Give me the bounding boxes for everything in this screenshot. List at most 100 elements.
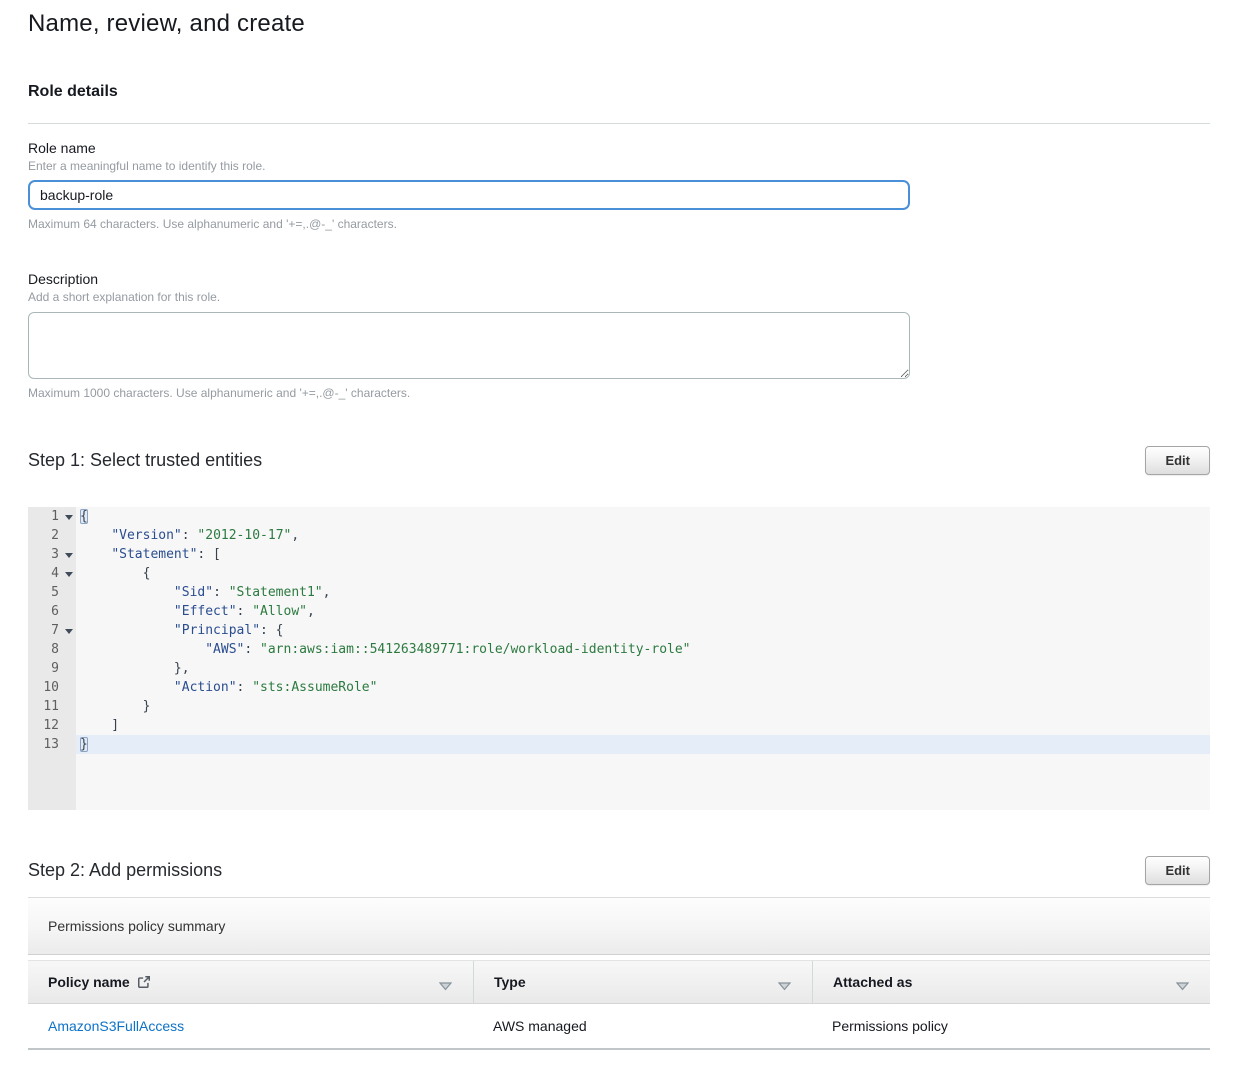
table-header-row: Policy name Type Attached as <box>28 960 1210 1004</box>
json-punctuation: : [ <box>197 547 220 562</box>
role-name-input[interactable] <box>28 180 910 210</box>
fold-arrow-icon[interactable] <box>65 515 73 520</box>
json-punctuation <box>80 604 174 619</box>
json-value: "Statement1" <box>229 585 323 600</box>
json-punctuation: { <box>80 509 88 524</box>
filter-caret-down-icon[interactable] <box>1176 978 1189 994</box>
editor-code-line: { <box>76 507 1210 526</box>
json-punctuation: } <box>80 737 88 752</box>
permissions-panel-title: Permissions policy summary <box>28 897 1210 955</box>
description-help: Add a short explanation for this role. <box>28 290 1210 304</box>
json-punctuation: , <box>291 528 299 543</box>
filter-caret-down-icon[interactable] <box>439 978 452 994</box>
editor-line-number: 8 <box>28 640 76 659</box>
editor-code-line: "Version": "2012-10-17", <box>76 526 1210 545</box>
policy-type-cell: AWS managed <box>473 1004 812 1048</box>
column-header-policy-name: Policy name <box>28 961 473 1003</box>
description-textarea[interactable] <box>28 312 910 379</box>
json-punctuation: : <box>237 680 253 695</box>
json-key: "Version" <box>111 528 181 543</box>
json-punctuation: ] <box>80 718 119 733</box>
json-punctuation <box>80 585 174 600</box>
table-row: AmazonS3FullAccess AWS managedPermissions… <box>28 1004 1210 1048</box>
json-punctuation: : <box>182 528 198 543</box>
editor-line-number: 1 <box>28 507 76 526</box>
editor-line-number: 2 <box>28 526 76 545</box>
policy-name-cell: AmazonS3FullAccess <box>28 1004 473 1048</box>
editor-line-number: 12 <box>28 716 76 735</box>
json-punctuation: }, <box>80 661 190 676</box>
json-value: "arn:aws:iam::541263489771:role/workload… <box>260 642 690 657</box>
json-punctuation: : <box>244 642 260 657</box>
filter-caret-down-icon[interactable] <box>778 978 791 994</box>
json-punctuation: { <box>80 566 150 581</box>
editor-line-number: 9 <box>28 659 76 678</box>
permissions-summary-panel: Permissions policy summary Policy name Ty… <box>28 897 1210 1050</box>
step2-heading: Step 2: Add permissions <box>28 860 222 881</box>
editor-code-line: } <box>76 735 1210 754</box>
json-key: "AWS" <box>205 642 244 657</box>
json-key: "Action" <box>174 680 237 695</box>
editor-gutter: 12345678910111213 <box>28 507 76 810</box>
description-constraint: Maximum 1000 characters. Use alphanumeri… <box>28 386 1210 400</box>
external-link-icon[interactable] <box>137 975 151 989</box>
description-field: Description Add a short explanation for … <box>28 271 1210 400</box>
role-name-constraint: Maximum 64 characters. Use alphanumeric … <box>28 217 1210 231</box>
column-header-label: Type <box>494 974 526 990</box>
step1-heading: Step 1: Select trusted entities <box>28 450 262 471</box>
editor-line-number: 10 <box>28 678 76 697</box>
column-header-attached-as: Attached as <box>812 961 1210 1003</box>
attached-as-cell: Permissions policy <box>812 1004 1210 1048</box>
json-punctuation: : { <box>260 623 283 638</box>
editor-code-line: "Statement": [ <box>76 545 1210 564</box>
step2-section: Step 2: Add permissions Edit Permissions… <box>28 856 1210 1050</box>
trust-policy-json-editor[interactable]: 12345678910111213 { "Version": "2012-10-… <box>28 507 1210 810</box>
role-details-heading: Role details <box>28 83 1210 101</box>
step1-header: Step 1: Select trusted entities Edit <box>28 446 1210 475</box>
json-punctuation: : <box>213 585 229 600</box>
editor-code-line: ] <box>76 716 1210 735</box>
fold-arrow-icon[interactable] <box>65 572 73 577</box>
json-punctuation <box>80 528 111 543</box>
json-punctuation <box>80 623 174 638</box>
editor-code-line: "Action": "sts:AssumeRole" <box>76 678 1210 697</box>
role-name-label: Role name <box>28 140 1210 156</box>
editor-code-line: }, <box>76 659 1210 678</box>
editor-code-line: "Sid": "Statement1", <box>76 583 1210 602</box>
json-punctuation <box>80 642 205 657</box>
editor-code-line: } <box>76 697 1210 716</box>
fold-arrow-icon[interactable] <box>65 553 73 558</box>
role-name-help: Enter a meaningful name to identify this… <box>28 159 1210 173</box>
json-punctuation: : <box>237 604 253 619</box>
editor-line-number: 13 <box>28 735 76 754</box>
editor-line-number: 5 <box>28 583 76 602</box>
json-punctuation: } <box>80 699 150 714</box>
table-body: AmazonS3FullAccess AWS managedPermissions… <box>28 1004 1210 1048</box>
json-value: "sts:AssumeRole" <box>252 680 377 695</box>
editor-code-line: { <box>76 564 1210 583</box>
step2-edit-button[interactable]: Edit <box>1145 856 1210 885</box>
step2-header: Step 2: Add permissions Edit <box>28 856 1210 885</box>
role-name-field: Role name Enter a meaningful name to ide… <box>28 140 1210 231</box>
editor-code-area[interactable]: { "Version": "2012-10-17", "Statement": … <box>76 507 1210 810</box>
json-punctuation: , <box>323 585 331 600</box>
editor-line-number: 6 <box>28 602 76 621</box>
step1-edit-button[interactable]: Edit <box>1145 446 1210 475</box>
editor-line-number: 3 <box>28 545 76 564</box>
column-header-label: Policy name <box>48 974 130 990</box>
editor-line-number: 4 <box>28 564 76 583</box>
editor-code-line: "Principal": { <box>76 621 1210 640</box>
policy-name-link[interactable]: AmazonS3FullAccess <box>48 1018 184 1034</box>
page-title: Name, review, and create <box>28 10 1210 38</box>
column-header-label: Attached as <box>833 974 912 990</box>
json-key: "Principal" <box>174 623 260 638</box>
editor-line-number: 11 <box>28 697 76 716</box>
json-value: "Allow" <box>252 604 307 619</box>
json-key: "Effect" <box>174 604 237 619</box>
json-punctuation <box>80 547 111 562</box>
json-key: "Sid" <box>174 585 213 600</box>
role-details-section: Role details Role name Enter a meaningfu… <box>28 83 1210 400</box>
editor-code-line: "AWS": "arn:aws:iam::541263489771:role/w… <box>76 640 1210 659</box>
fold-arrow-icon[interactable] <box>65 629 73 634</box>
editor-code-line: "Effect": "Allow", <box>76 602 1210 621</box>
